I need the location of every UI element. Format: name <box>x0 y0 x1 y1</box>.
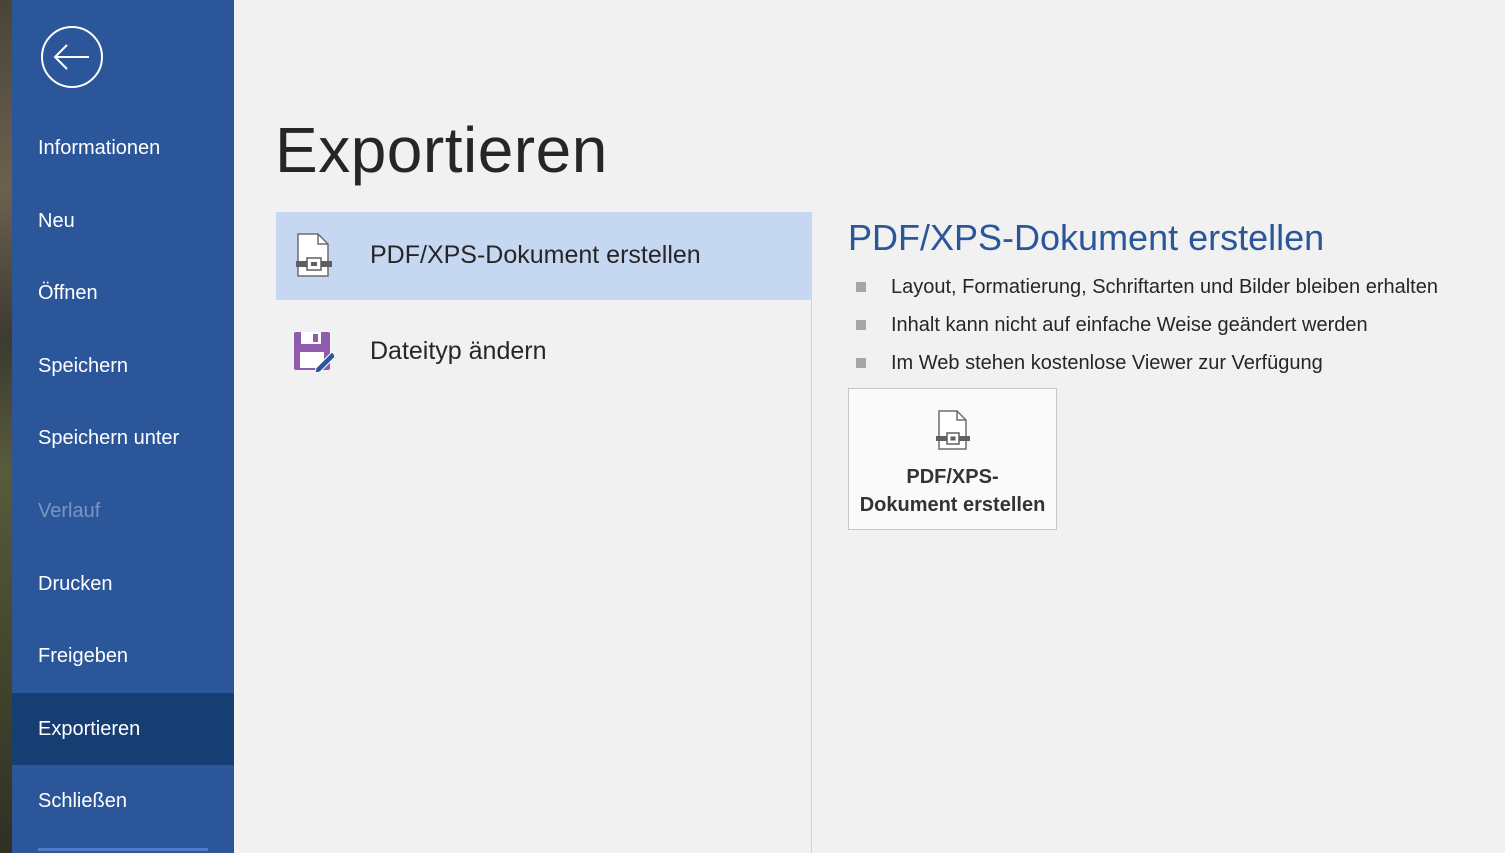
nav-item-oeffnen[interactable]: Öffnen <box>12 257 234 330</box>
list-item-text: Im Web stehen kostenlose Viewer zur Verf… <box>891 352 1323 374</box>
option-label: Dateityp ändern <box>370 337 547 365</box>
bullet-square-icon <box>856 320 866 330</box>
detail-panel: PDF/XPS-Dokument erstellen Layout, Forma… <box>848 214 1488 530</box>
nav-item-exportieren[interactable]: Exportieren <box>12 692 234 766</box>
nav-item-neu[interactable]: Neu <box>12 185 234 258</box>
change-file-type-icon <box>294 332 334 374</box>
nav-item-schliessen[interactable]: Schließen <box>12 765 234 838</box>
nav-item-speichern[interactable]: Speichern <box>12 330 234 403</box>
option-label: PDF/XPS-Dokument erstellen <box>370 241 701 269</box>
list-item-text: Inhalt kann nicht auf einfache Weise geä… <box>891 314 1368 336</box>
export-options-list: PDF/XPS-Dokument erstellen Dateityp ände… <box>276 212 811 404</box>
create-button-label-line2: Dokument erstellen <box>859 494 1046 516</box>
backstage-nav: Informationen Neu Öffnen Speichern Speic… <box>12 112 234 838</box>
create-button-label-line1: PDF/XPS- <box>906 466 999 488</box>
sidebar-divider <box>38 848 208 851</box>
pdf-xps-document-icon <box>296 233 332 277</box>
create-pdf-xps-button[interactable]: PDF/XPS- Dokument erstellen <box>848 388 1057 530</box>
nav-item-drucken[interactable]: Drucken <box>12 548 234 621</box>
back-button[interactable] <box>40 25 104 89</box>
detail-title: PDF/XPS-Dokument erstellen <box>848 217 1325 258</box>
back-arrow-icon <box>41 26 103 88</box>
list-item: Im Web stehen kostenlose Viewer zur Verf… <box>848 344 1488 382</box>
bullet-square-icon <box>856 282 866 292</box>
option-create-pdf-xps[interactable]: PDF/XPS-Dokument erstellen <box>276 212 811 300</box>
feature-list: Layout, Formatierung, Schriftarten und B… <box>848 268 1488 382</box>
vertical-divider <box>811 212 812 853</box>
nav-item-speichern-unter[interactable]: Speichern unter <box>12 402 234 475</box>
create-button-label: PDF/XPS- Dokument erstellen <box>849 463 1056 519</box>
desktop-wallpaper <box>0 0 12 853</box>
list-item: Layout, Formatierung, Schriftarten und B… <box>848 268 1488 306</box>
pdf-xps-document-icon <box>936 410 970 450</box>
page-title: Exportieren <box>275 114 608 186</box>
backstage-sidebar: Informationen Neu Öffnen Speichern Speic… <box>12 0 234 853</box>
nav-item-verlauf: Verlauf <box>38 499 101 522</box>
bullet-square-icon <box>856 358 866 368</box>
nav-item-freigeben[interactable]: Freigeben <box>12 620 234 693</box>
option-change-file-type[interactable]: Dateityp ändern <box>276 308 811 396</box>
list-item: Inhalt kann nicht auf einfache Weise geä… <box>848 306 1488 344</box>
list-item-text: Layout, Formatierung, Schriftarten und B… <box>891 276 1438 298</box>
nav-item-informationen[interactable]: Informationen <box>12 112 234 185</box>
